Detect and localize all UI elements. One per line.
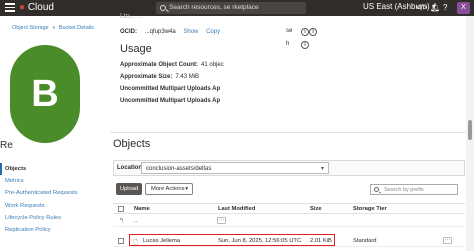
nav-item-label: Pre-Authenticated Requests: [5, 190, 78, 197]
chevron-down-icon: ▾: [320, 166, 324, 172]
show-ocid-link[interactable]: Show: [183, 29, 198, 35]
section-divider: [110, 132, 466, 133]
nav-item-metrics[interactable]: Metrics: [0, 175, 106, 187]
nav-item-label: Objects: [5, 166, 27, 172]
breadcrumb-item[interactable]: Object Storage: [12, 25, 49, 31]
breadcrumb-item[interactable]: Bucket Details: [59, 25, 94, 31]
nav-item-lifecycle-policy-rules[interactable]: Lifecycle Policy Rules: [0, 212, 106, 224]
kebab-menu-icon[interactable]: ···: [443, 237, 452, 244]
info-icon[interactable]: i: [301, 41, 309, 49]
object-count-label: Approximate Object Count:: [120, 62, 199, 68]
nav-item-label: Work Requests: [5, 202, 45, 209]
ocid-row: OCID: ...qfup3w4a Show Copy: [120, 29, 226, 35]
upload-button[interactable]: Upload: [116, 183, 142, 195]
breadcrumb: Object Storage » Bucket Details: [12, 25, 94, 31]
nav-item-label: Lifecycle Policy Rules: [5, 214, 62, 221]
highlight-box: [129, 234, 335, 246]
location-value: conclusion-assets/deltas: [146, 166, 212, 172]
global-search-input[interactable]: Search resources, se rketplace: [156, 2, 306, 14]
prefix-search-placeholder: Search by prefix: [384, 187, 424, 193]
object-count-row: Approximate Object Count: 41 objec: [120, 62, 224, 68]
crumb-sep: »: [52, 25, 56, 31]
side-tag: h: [286, 41, 290, 47]
ocid-label: OCID:: [120, 29, 137, 35]
resources-label: Re: [0, 140, 13, 151]
brand-logo[interactable]: ● Cloud: [19, 2, 54, 13]
objects-heading: Objects: [113, 138, 151, 150]
details-partial-line: Ltn... ...: [120, 13, 144, 20]
avatar[interactable]: X: [457, 2, 470, 14]
column-header-name[interactable]: Name: [134, 206, 150, 212]
info-icon[interactable]: i: [301, 28, 309, 36]
brand-name: Cloud: [27, 2, 54, 13]
size-label: Approximate Size:: [120, 74, 173, 80]
usage-heading: Usage: [120, 43, 152, 55]
menu-icon[interactable]: [5, 3, 15, 12]
info-icon[interactable]: i: [309, 28, 317, 36]
chevron-down-icon: ▾: [185, 186, 188, 192]
object-count-value: 41 objec: [201, 62, 224, 68]
top-bar: ● Cloud Search resources, se rketplace U…: [0, 0, 474, 16]
resources-nav: Objects Metrics Pre-Authenticated Reques…: [0, 163, 106, 236]
side-tag: se: [286, 28, 293, 34]
bell-icon[interactable]: 🔔︎: [430, 3, 440, 12]
uncommitted-label: Uncommitted Multipart Uploads Ap: [120, 86, 221, 92]
more-actions-label: More Actions: [151, 186, 185, 192]
nav-item-label: Replication Policy: [5, 226, 51, 233]
location-select[interactable]: conclusion-assets/deltas ▾: [141, 162, 329, 174]
bucket-badge-letter: B: [31, 73, 59, 115]
uncommitted-label: Uncommitted Multipart Uploads Ap: [120, 98, 221, 104]
object-storage-tier: Standard: [353, 238, 377, 244]
ocid-value: ...qfup3w4a: [144, 29, 176, 35]
nav-item-label: Metrics: [5, 178, 24, 185]
nav-item-objects[interactable]: Objects: [0, 163, 106, 176]
size-value: 7.43 MiB: [175, 74, 200, 80]
search-icon: [374, 186, 379, 192]
parent-folder-label[interactable]: ..: [134, 218, 137, 224]
prefix-search-input[interactable]: Search by prefix: [370, 184, 458, 195]
column-header-size[interactable]: Size: [310, 206, 322, 212]
more-actions-button[interactable]: More Actions ▾: [145, 183, 193, 195]
nav-item-work-requests[interactable]: Work Requests: [0, 200, 106, 212]
column-header-storage-tier[interactable]: Storage Tier: [353, 206, 387, 212]
parent-folder-icon: ↰: [119, 218, 124, 224]
oracle-mark: ●: [19, 2, 26, 13]
kebab-menu-icon[interactable]: ···: [217, 217, 226, 224]
table-header: Name Last Modified Size Storage Tier: [113, 203, 465, 214]
table-row-parent[interactable]: ↰ .. ···: [113, 215, 465, 227]
global-search-placeholder: Search resources, se rketplace: [169, 4, 259, 11]
page-scrollbar[interactable]: [466, 16, 474, 251]
uncommitted-row: Uncommitted Multipart Uploads Ap: [120, 86, 220, 92]
location-label: Location:: [117, 165, 144, 171]
copy-ocid-link[interactable]: Copy: [206, 29, 220, 35]
search-icon: [160, 4, 166, 11]
column-header-last-modified[interactable]: Last Modified: [218, 206, 255, 212]
uncommitted-row: Uncommitted Multipart Uploads Ap: [120, 98, 220, 104]
help-icon[interactable]: ?: [443, 3, 447, 12]
scrollbar-thumb[interactable]: [468, 120, 472, 140]
nav-item-replication-policy[interactable]: Replication Policy: [0, 224, 106, 236]
bucket-badge: B: [10, 45, 80, 143]
select-all-checkbox[interactable]: [118, 206, 124, 212]
nav-item-pre-authenticated-requests[interactable]: Pre-Authenticated Requests: [0, 187, 106, 199]
size-row: Approximate Size: 7.43 MiB: [120, 74, 199, 80]
code-icon[interactable]: </>: [416, 3, 428, 12]
row-checkbox[interactable]: [118, 238, 124, 244]
